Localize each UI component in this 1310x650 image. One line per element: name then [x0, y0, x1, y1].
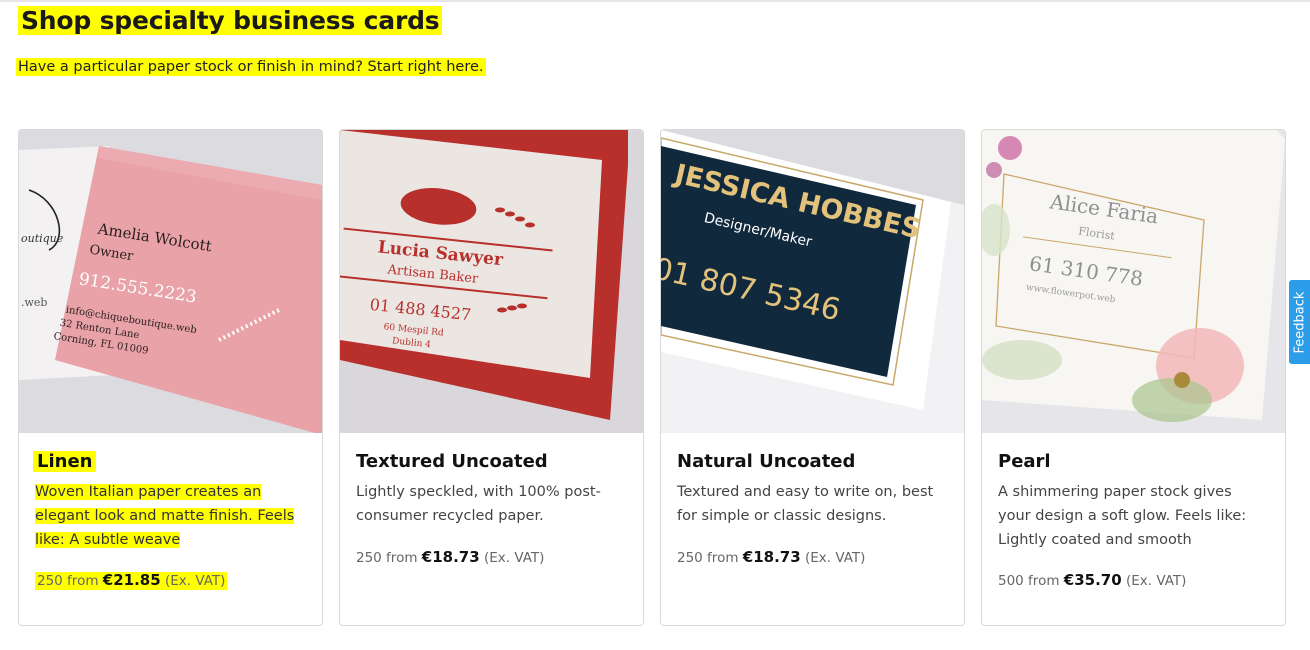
card-title[interactable]: Linen [33, 451, 97, 472]
card-description: Woven Italian paper creates an elegant l… [35, 484, 295, 548]
product-card-linen[interactable]: outique .web Amelia Wolcott Owner 912.55… [18, 129, 323, 626]
product-card-pearl[interactable]: Alice Faria Florist 61 310 778 www.flowe… [981, 129, 1286, 626]
linen-card-image[interactable]: outique .web Amelia Wolcott Owner 912.55… [19, 130, 322, 433]
card-title[interactable]: Textured Uncoated [356, 451, 548, 472]
card-price: 250 from €18.73 (Ex. VAT) [356, 548, 545, 566]
product-card-natural-uncoated[interactable]: JESSICA HOBBES Designer/Maker 01 807 534… [660, 129, 965, 626]
card-price: 250 from €18.73 (Ex. VAT) [677, 548, 866, 566]
feedback-tab[interactable]: Feedback [1289, 280, 1310, 364]
card-description: A shimmering paper stock gives your desi… [998, 484, 1247, 548]
card-description: Lightly speckled, with 100% post-consume… [356, 484, 601, 524]
card-price: 250 from €21.85 (Ex. VAT) [35, 571, 228, 590]
page-title: Shop specialty business cards [18, 6, 443, 35]
pearl-card-image[interactable]: Alice Faria Florist 61 310 778 www.flowe… [982, 130, 1285, 433]
card-price: 500 from €35.70 (Ex. VAT) [998, 571, 1187, 589]
linen-sample-brand: outique [21, 232, 64, 245]
page-subtitle: Have a particular paper stock or finish … [16, 58, 486, 76]
textured-card-image[interactable]: Lucia Sawyer Artisan Baker 01 488 4527 6… [340, 130, 643, 433]
card-description: Textured and easy to write on, best for … [677, 484, 934, 524]
top-divider [0, 0, 1310, 2]
product-card-textured-uncoated[interactable]: Lucia Sawyer Artisan Baker 01 488 4527 6… [339, 129, 644, 626]
card-title[interactable]: Pearl [998, 451, 1051, 472]
natural-card-image[interactable]: JESSICA HOBBES Designer/Maker 01 807 534… [661, 130, 964, 433]
linen-sample-web: .web [21, 296, 47, 309]
card-title[interactable]: Natural Uncoated [677, 451, 855, 472]
